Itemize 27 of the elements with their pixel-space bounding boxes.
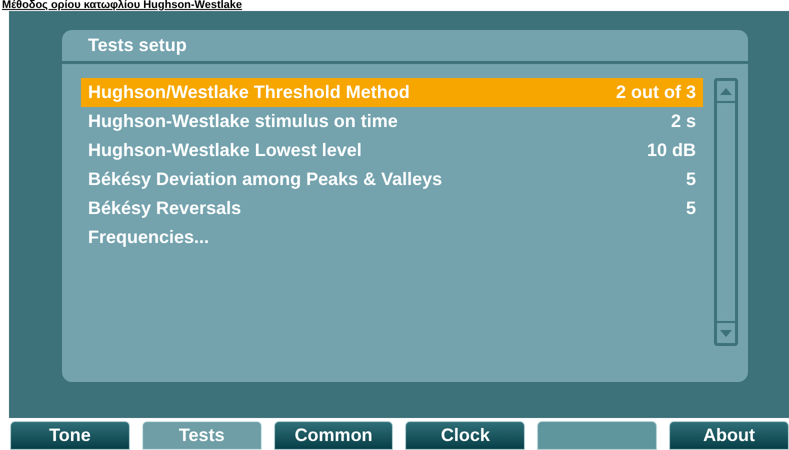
setting-row[interactable]: Hughson-Westlake stimulus on time 2 s xyxy=(81,107,703,136)
setting-value: 10 dB xyxy=(646,139,696,162)
panel-title: Tests setup xyxy=(88,34,187,57)
setting-label: Hughson-Westlake stimulus on time xyxy=(88,110,398,133)
page-heading: Μέθοδος ορίου κατωφλίου Hughson-Westlake xyxy=(2,0,242,11)
scrollbar[interactable] xyxy=(714,78,738,346)
setting-value: 5 xyxy=(686,197,696,220)
setting-value: 2 s xyxy=(670,110,696,133)
setting-label: Frequencies... xyxy=(88,226,210,249)
tab-button[interactable]: Clock xyxy=(405,421,526,450)
tab-button[interactable]: Tone xyxy=(10,421,130,450)
setting-row[interactable]: Hughson-Westlake Lowest level 10 dB xyxy=(81,136,703,165)
setting-value: 2 out of 3 xyxy=(616,81,696,104)
tab-button[interactable]: Tests xyxy=(142,421,262,450)
tab-button[interactable]: About xyxy=(669,421,789,450)
tab-button[interactable]: Common xyxy=(274,421,394,450)
setting-label: Hughson-Westlake Lowest level xyxy=(88,139,362,162)
setting-row[interactable]: Hughson/Westlake Threshold Method 2 out of 3 xyxy=(81,78,703,107)
setting-label: Békésy Deviation among Peaks & Valleys xyxy=(88,168,442,191)
setting-row[interactable]: Békésy Deviation among Peaks & Valleys 5 xyxy=(81,165,703,194)
setting-label: Hughson/Westlake Threshold Method xyxy=(88,81,410,104)
setting-label: Békésy Reversals xyxy=(88,197,242,220)
setting-row[interactable]: Békésy Reversals 5 xyxy=(81,194,703,223)
scroll-up-icon[interactable] xyxy=(720,88,732,94)
setting-row[interactable]: Frequencies... xyxy=(81,223,703,252)
setting-value: 5 xyxy=(686,168,696,191)
scroll-down-icon[interactable] xyxy=(720,330,732,336)
